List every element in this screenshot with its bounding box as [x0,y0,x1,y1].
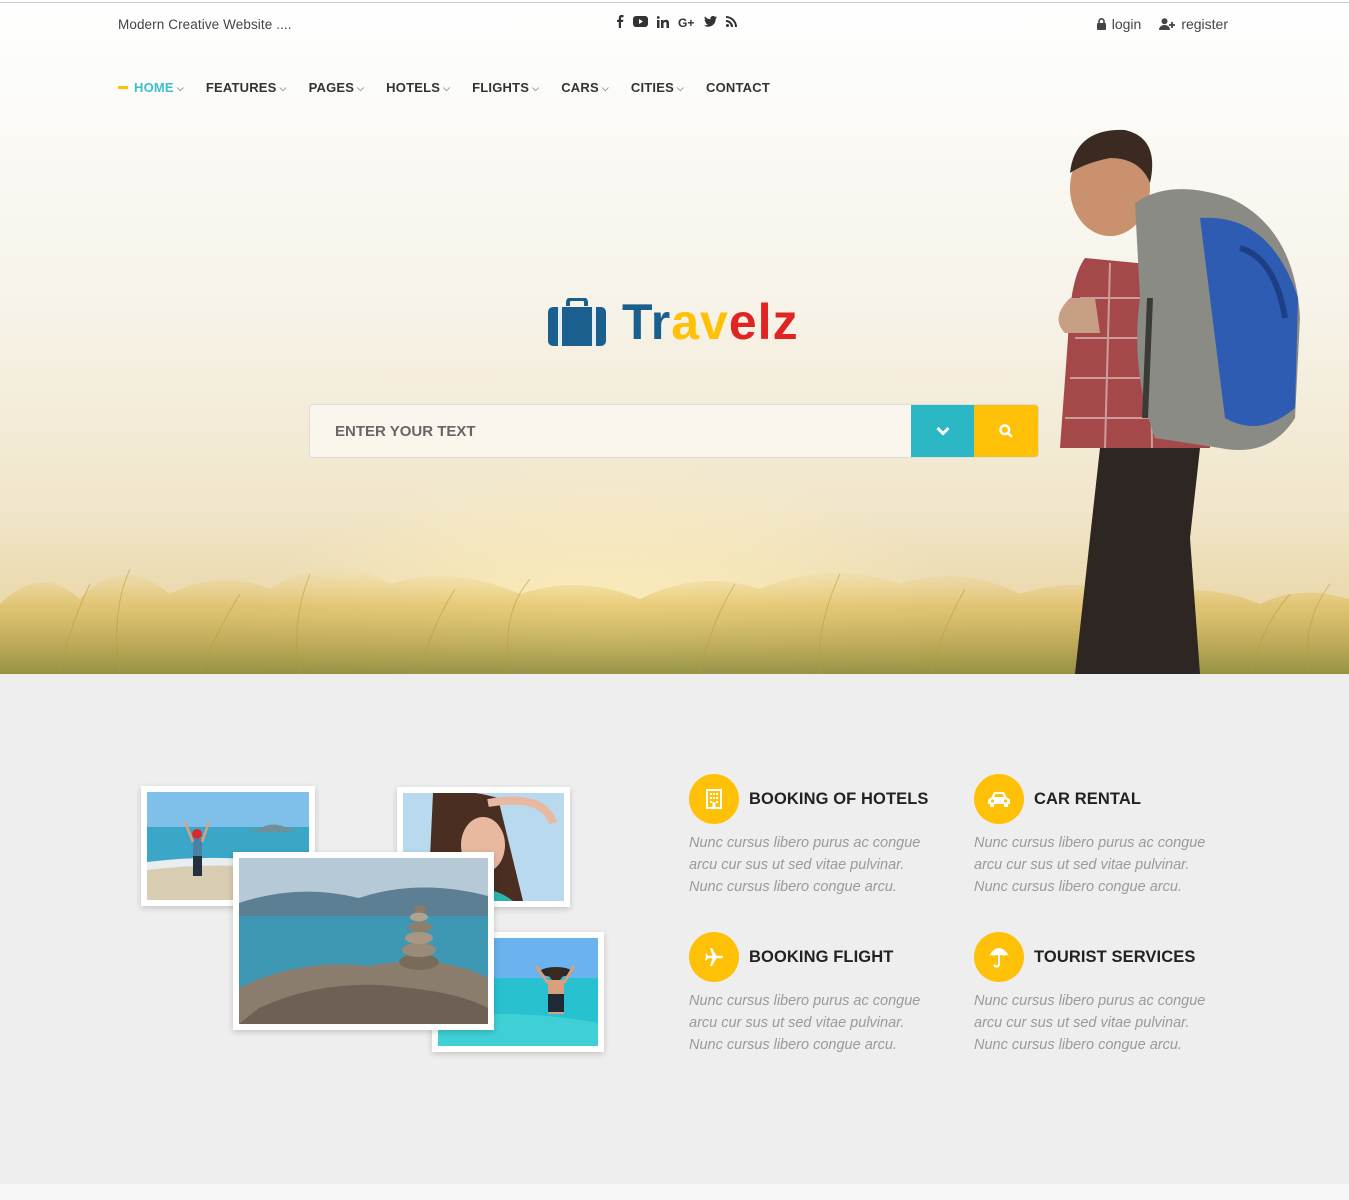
chevron-down-icon: ⌵ [676,83,684,93]
nav-flights[interactable]: FLIGHTS ⌵ [472,80,539,95]
chevron-down-icon: ⌵ [443,83,451,93]
nav-cities-label: CITIES [630,80,674,95]
feature-booking-flight: BOOKING FLIGHT Nunc cursus libero purus … [689,932,949,1056]
lock-icon [1096,18,1106,30]
search-input[interactable] [310,405,911,457]
nav-pages-label: PAGES [308,80,355,95]
feature-car-rental: CAR RENTAL Nunc cursus libero purus ac c… [974,774,1234,898]
hotel-icon [689,774,739,824]
nav-pages[interactable]: PAGES ⌵ [309,80,365,95]
nav-hotels[interactable]: HOTELS ⌵ [386,80,450,95]
nav-hotels-label: HOTELS [386,80,441,95]
youtube-icon[interactable] [633,16,648,27]
feature-title: TOURIST SERVICES [1034,947,1196,966]
login-link[interactable]: login [1096,16,1142,32]
nav-cars-label: CARS [561,80,599,95]
photo-stone-lake [233,852,494,1030]
nav-contact-label: CONTACT [706,80,770,95]
category-dropdown-button[interactable] [911,405,974,457]
search-icon [999,424,1013,438]
register-label: register [1181,16,1228,32]
google-plus-icon[interactable]: G+ [678,16,695,28]
search-button[interactable] [974,405,1038,457]
logo-part-2: av [671,294,729,350]
auth-links: login register [1096,16,1228,32]
feature-title: BOOKING OF HOTELS [749,789,929,808]
chevron-down-icon: ⌵ [176,83,184,93]
hero-banner: Modern Creative Website .... G+ login re… [0,0,1349,674]
chevron-down-icon: ⌵ [279,83,287,93]
logo-part-1: Tr [622,294,672,350]
feature-description: Nunc cursus libero purus ac congue arcu … [689,835,921,895]
chevron-down-icon [935,426,950,436]
chevron-down-icon: ⌵ [357,83,365,93]
nav-contact[interactable]: CONTACT [706,80,770,95]
svg-text:G+: G+ [678,16,694,28]
register-link[interactable]: register [1159,16,1228,32]
feature-booking-hotels: BOOKING OF HOTELS Nunc cursus libero pur… [689,774,949,898]
active-indicator [118,86,128,89]
search-bar [309,404,1039,458]
social-links: G+ [616,15,737,28]
facebook-icon[interactable] [616,15,624,28]
logo-part-3: elz [728,294,799,350]
logo-wordmark: Travelz [622,294,799,350]
nav-cars[interactable]: CARS ⌵ [561,80,609,95]
rss-icon[interactable] [726,16,737,27]
chevron-down-icon: ⌵ [532,83,540,93]
site-tagline: Modern Creative Website .... [118,17,292,32]
login-label: login [1111,16,1142,32]
nav-flights-label: FLIGHTS [472,80,530,95]
nav-cities[interactable]: CITIES ⌵ [631,80,684,95]
user-plus-icon [1159,18,1176,30]
car-icon [974,774,1024,824]
twitter-icon[interactable] [704,16,717,27]
main-nav: HOME ⌵ FEATURES ⌵ PAGES ⌵ HOTELS ⌵ FLIGH… [118,80,792,95]
nav-features-label: FEATURES [205,80,277,95]
nav-features[interactable]: FEATURES ⌵ [206,80,287,95]
features-section: BOOKING OF HOTELS Nunc cursus libero pur… [0,674,1349,1184]
chevron-down-icon: ⌵ [601,83,609,93]
footer-strip [0,1184,1349,1200]
feature-tourist-services: TOURIST SERVICES Nunc cursus libero puru… [974,932,1234,1056]
feature-title: BOOKING FLIGHT [749,947,894,966]
feature-description: Nunc cursus libero purus ac congue arcu … [974,835,1206,895]
umbrella-icon [974,932,1024,982]
hiker-illustration [1058,129,1300,674]
feature-title: CAR RENTAL [1034,789,1142,808]
feature-description: Nunc cursus libero purus ac congue arcu … [689,993,921,1053]
linkedin-icon[interactable] [657,15,669,28]
nav-home[interactable]: HOME ⌵ [118,80,184,95]
top-border [0,2,1349,3]
feature-description: Nunc cursus libero purus ac congue arcu … [974,993,1206,1053]
plane-icon [689,932,739,982]
travelz-logo: Travelz [548,294,799,350]
suitcase-icon [548,298,606,346]
nav-home-label: HOME [134,80,174,95]
